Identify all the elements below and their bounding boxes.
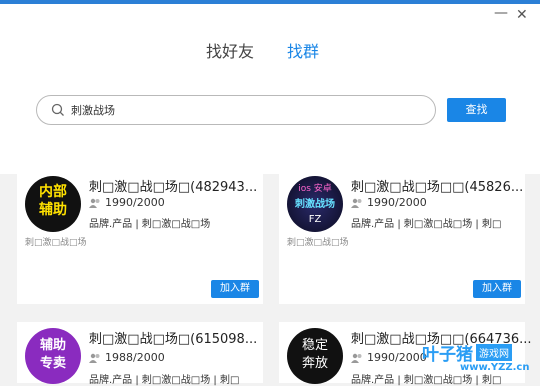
tab-find-friends[interactable]: 找好友: [206, 38, 254, 62]
members-icon: [89, 353, 100, 363]
avatar-text: 内部: [39, 184, 67, 200]
watermark-tag: 游戏网: [476, 344, 512, 361]
avatar-text: FZ: [308, 214, 322, 225]
member-count: 1988/2000: [89, 351, 165, 364]
search-query: 刺激战场: [71, 104, 115, 117]
group-card[interactable]: ios 安卓 刺激战场 FZ 刺□激□战□场□□(45826... 1990/2…: [279, 174, 525, 304]
group-name: 刺□激□战□场□(615098...: [89, 332, 258, 347]
search-input[interactable]: 刺激战场: [36, 95, 436, 125]
tab-find-groups[interactable]: 找群: [287, 38, 319, 62]
members-icon: [351, 198, 362, 208]
avatar-text: 稳定: [301, 338, 328, 353]
group-card[interactable]: 内部 辅助 刺□激□战□场□(482943... 1990/2000 品牌.产品…: [17, 174, 263, 304]
group-desc: 刺□激□战□场: [287, 238, 349, 248]
search-header: 找好友 找群 刺激战场 查找: [0, 4, 540, 174]
members-icon: [351, 353, 362, 363]
join-group-button[interactable]: 加入群: [473, 280, 521, 298]
group-desc: 刺□激□战□场: [25, 238, 87, 248]
group-name: 刺□激□战□场□□(45826...: [351, 180, 524, 195]
group-avatar: 稳定 奔放: [287, 328, 343, 384]
member-count: 1990/2000: [351, 351, 427, 364]
minimize-icon[interactable]: —: [494, 6, 508, 20]
avatar-text: ios 安卓: [298, 184, 332, 194]
member-count: 1990/2000: [351, 196, 427, 209]
group-name: 刺□激□战□场□(482943...: [89, 180, 258, 195]
avatar-text: 专卖: [39, 356, 66, 371]
avatar-text: 辅助: [39, 202, 67, 218]
close-icon[interactable]: ✕: [516, 8, 528, 22]
group-tags: 品牌.产品 | 刺□激□战□场 | 刺□: [351, 219, 502, 230]
join-group-button[interactable]: 加入群: [211, 280, 259, 298]
group-tags: 品牌.产品 | 刺□激□战□场: [89, 219, 211, 230]
group-avatar: 内部 辅助: [25, 176, 81, 232]
group-card[interactable]: 辅助 专卖 刺□激□战□场□(615098... 1988/2000 品牌.产品…: [17, 322, 263, 386]
search-icon: [51, 103, 64, 116]
group-avatar: ios 安卓 刺激战场 FZ: [287, 176, 343, 232]
site-watermark: 叶子猪 游戏网 www.YZZ.cn: [420, 340, 536, 380]
avatar-text: 辅助: [39, 338, 66, 353]
avatar-text: 奔放: [301, 356, 328, 371]
group-tags: 品牌.产品 | 刺□激□战□场 | 刺□: [89, 375, 240, 386]
watermark-url: www.YZZ.cn: [460, 362, 530, 373]
group-avatar: 辅助 专卖: [25, 328, 81, 384]
search-button[interactable]: 查找: [447, 98, 506, 122]
avatar-text: 刺激战场: [295, 199, 335, 210]
member-count: 1990/2000: [89, 196, 165, 209]
members-icon: [89, 198, 100, 208]
